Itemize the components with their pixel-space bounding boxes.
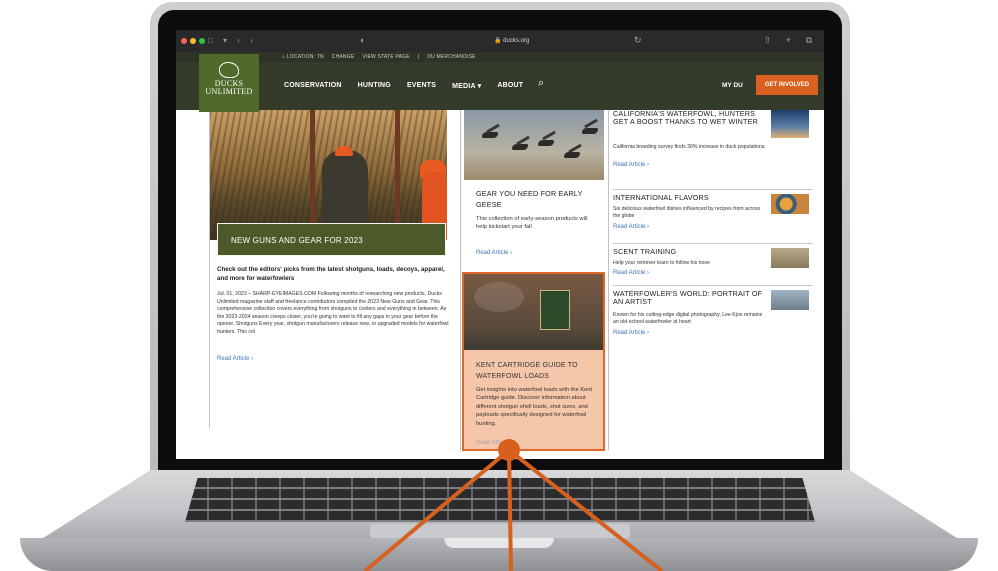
main-article-lead: Check out the editors' picks from the la… — [217, 266, 445, 282]
side-article-desc: Help your retriever learn to follow his … — [613, 260, 710, 266]
laptop-mockup: □ ▾ ‹ › ◐ 🔒 ducks.org ↻ ⇧ + ⧉ ⌂ LOCATION… — [0, 0, 998, 571]
change-location-link[interactable]: CHANGE — [332, 54, 355, 60]
nav-menu: CONSERVATION HUNTING EVENTS MEDIA ▾ ABOU… — [284, 82, 523, 90]
main-article: NEW GUNS AND GEAR FOR 2023 Check out the… — [209, 110, 449, 428]
gear-article-title[interactable]: GEAR YOU NEED FOR EARLY GEESE — [476, 188, 596, 210]
main-article-title[interactable]: NEW GUNS AND GEAR FOR 2023 — [217, 223, 446, 256]
right-column: CALIFORNIA'S WATERFOWL, HUNTERS GET A BO… — [608, 109, 816, 450]
kent-article-highlight[interactable]: KENT CARTRIDGE GUIDE TO WATERFOWL LOADS … — [462, 272, 605, 451]
gear-read-article-link[interactable]: Read Article › — [476, 250, 512, 256]
view-state-page-link[interactable]: VIEW STATE PAGE — [362, 54, 409, 60]
kent-article-title[interactable]: KENT CARTRIDGE GUIDE TO WATERFOWL LOADS — [476, 360, 596, 382]
close-window-button[interactable] — [181, 38, 187, 44]
side-article-1[interactable]: CALIFORNIA'S WATERFOWL, HUNTERS GET A BO… — [613, 109, 813, 190]
browser-action-icons[interactable]: ⇧ + ⧉ — [764, 35, 818, 46]
duck-logo-icon — [219, 62, 239, 78]
url-text: ducks.org — [503, 38, 530, 44]
get-involved-button[interactable]: GET INVOLVED — [756, 75, 818, 95]
nav-about[interactable]: ABOUT — [497, 82, 523, 90]
browser-toolbar: □ ▾ ‹ › ◐ 🔒 ducks.org ↻ ⇧ + ⧉ — [176, 30, 824, 52]
ducks-unlimited-logo[interactable]: DUCKS UNLIMITED — [199, 54, 259, 112]
side-article-4[interactable]: WATERFOWLER'S WORLD: PORTRAIT OF AN ARTI… — [613, 288, 813, 358]
kent-cartridge-photo[interactable] — [464, 274, 603, 350]
my-du-link[interactable]: MY DU — [722, 82, 743, 89]
side-article-desc: California breeding survey finds 30% inc… — [613, 144, 766, 150]
side-article-2[interactable]: INTERNATIONAL FLAVORS Six delicious wate… — [613, 192, 813, 244]
nav-media[interactable]: MEDIA ▾ — [452, 82, 481, 90]
kent-read-article-link[interactable]: Read Article › — [476, 440, 512, 446]
side-article-desc: Six delicious waterfowl dishes influence… — [613, 206, 761, 219]
page-content: NEW GUNS AND GEAR FOR 2023 Check out the… — [176, 109, 824, 459]
ammo-box-image — [540, 290, 570, 330]
merchandise-link[interactable]: DU MERCHANDISE — [427, 54, 475, 60]
reload-icon[interactable]: ↻ — [634, 35, 642, 46]
middle-column: GEAR YOU NEED FOR EARLY GEESE This colle… — [460, 110, 606, 451]
utility-separator: | — [417, 54, 420, 60]
minimize-window-button[interactable] — [190, 38, 196, 44]
geese-photo[interactable] — [464, 110, 604, 180]
side-article-title[interactable]: INTERNATIONAL FLAVORS — [613, 193, 765, 202]
gear-article-body: This collection of early-season products… — [476, 216, 588, 231]
kent-article-body: Get insights into waterfowl loads with t… — [476, 387, 593, 427]
food-dishes-thumbnail[interactable] — [771, 194, 809, 214]
side-article-title[interactable]: WATERFOWLER'S WORLD: PORTRAIT OF AN ARTI… — [613, 289, 765, 307]
utility-bar: ⌂ LOCATION: TN CHANGE VIEW STATE PAGE | … — [176, 52, 824, 62]
laptop-trackpad — [370, 524, 630, 538]
main-article-body: Jul. 01, 2023 – SHARP-EYEIMAGES.COM Foll… — [217, 291, 449, 335]
logo-line2: UNLIMITED — [205, 87, 253, 96]
nav-events[interactable]: EVENTS — [407, 82, 436, 90]
side-article-3[interactable]: SCENT TRAINING Help your retriever learn… — [613, 246, 813, 286]
laptop-notch — [444, 538, 554, 548]
privacy-shield-icon[interactable]: ◐ — [360, 35, 365, 45]
window-controls — [181, 38, 205, 44]
hunters-photo[interactable] — [210, 110, 447, 240]
nav-conservation[interactable]: CONSERVATION — [284, 82, 342, 90]
search-icon[interactable]: ⌕ — [538, 77, 544, 90]
artist-portrait-thumbnail[interactable] — [771, 290, 809, 310]
side-read-article-link[interactable]: Read Article › — [613, 270, 649, 276]
location-label: ⌂ LOCATION: TN — [282, 54, 324, 60]
laptop-screen: □ ▾ ‹ › ◐ 🔒 ducks.org ↻ ⇧ + ⧉ ⌂ LOCATION… — [176, 30, 824, 459]
main-nav: DUCKS UNLIMITED CONSERVATION HUNTING EVE… — [176, 54, 824, 112]
address-bar[interactable]: 🔒 ducks.org — [494, 37, 529, 44]
side-article-title[interactable]: CALIFORNIA'S WATERFOWL, HUNTERS GET A BO… — [613, 109, 765, 127]
side-read-article-link[interactable]: Read Article › — [613, 330, 649, 336]
side-article-desc: Known for his cutting-edge digital photo… — [613, 312, 763, 325]
side-read-article-link[interactable]: Read Article › — [613, 162, 649, 168]
nav-hunting[interactable]: HUNTING — [358, 82, 391, 90]
browser-nav-icons[interactable]: □ ▾ ‹ › — [208, 36, 257, 45]
side-read-article-link[interactable]: Read Article › — [613, 224, 649, 230]
sunset-hunter-thumbnail[interactable] — [771, 110, 809, 138]
zoom-window-button[interactable] — [199, 38, 205, 44]
side-article-title[interactable]: SCENT TRAINING — [613, 247, 765, 256]
keyboard-rows — [185, 478, 815, 522]
main-read-article-link[interactable]: Read Article › — [217, 356, 253, 362]
retriever-dog-thumbnail[interactable] — [771, 248, 809, 268]
